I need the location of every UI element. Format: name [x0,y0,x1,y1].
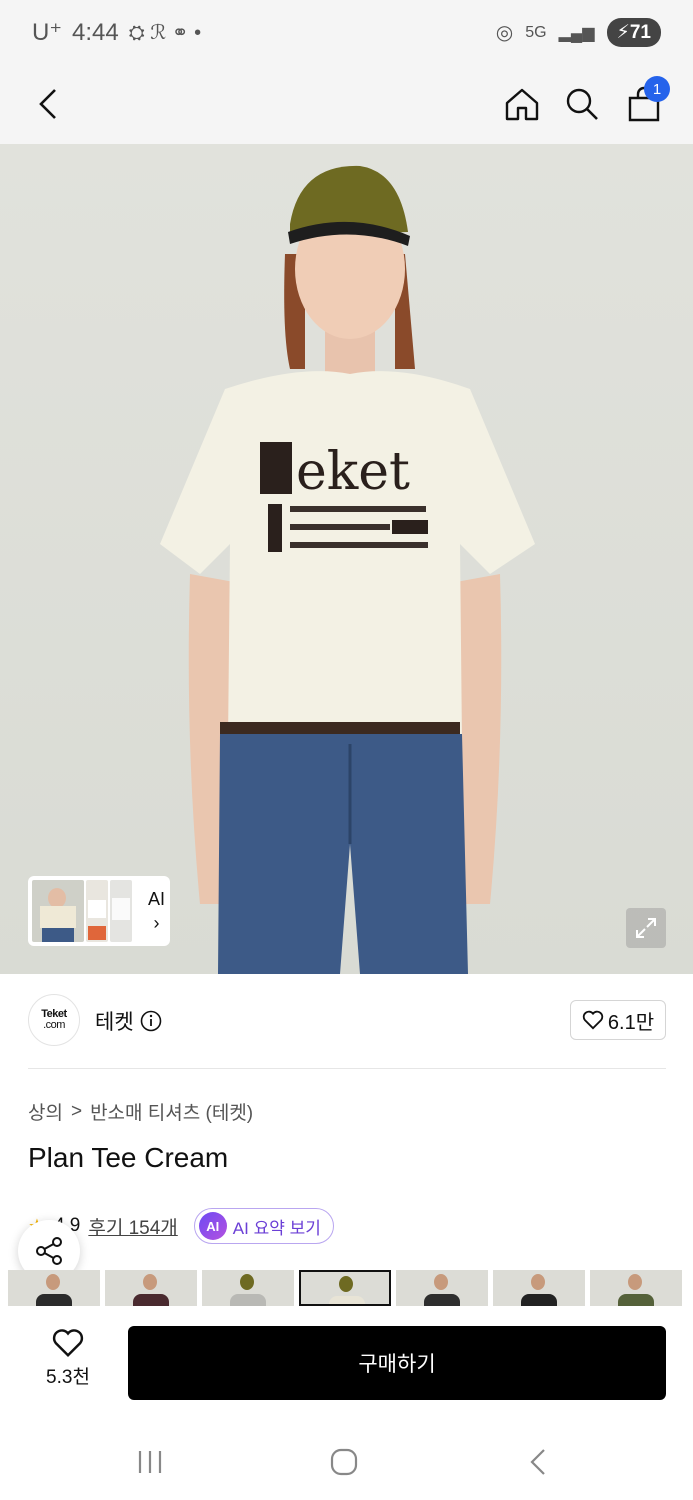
divider [28,1068,666,1069]
color-option[interactable] [590,1270,682,1306]
home-system-button[interactable] [324,1446,364,1478]
home-button[interactable] [498,80,546,128]
expand-icon [636,918,656,938]
color-option[interactable] [396,1270,488,1306]
search-button[interactable] [558,80,606,128]
ai-summary-button[interactable]: AI AI 요약 보기 [193,1208,334,1244]
chevron-left-icon [39,89,56,119]
color-option[interactable] [8,1270,100,1306]
back-arrow-icon [530,1449,545,1475]
breadcrumb-subcategory[interactable]: 반소매 티셔츠 (테켓) [90,1098,253,1125]
brand-logo[interactable]: Teket .com [28,994,80,1046]
notification-icons: ⛭ ℛ ⚭ • [128,22,202,44]
color-option-strip [8,1270,688,1306]
share-icon [36,1237,62,1265]
recent-apps-icon [138,1451,162,1473]
lookbook-thumb [32,880,84,942]
buy-button[interactable]: 구매하기 [128,1326,666,1400]
ai-label: AI [148,889,166,909]
top-nav: 1 [0,66,693,144]
reviews-link[interactable]: 후기 154개 [88,1213,177,1240]
model-photo: eket [160,165,535,974]
chevron-right-icon: › [153,913,160,933]
color-option[interactable] [493,1270,585,1306]
brand-row: Teket .com 테켓 6.1만 [0,974,693,1070]
brand-like-button[interactable]: 6.1만 [570,1000,666,1040]
brand-name: 테켓 [95,1011,134,1034]
status-bar: U⁺ 4:44 ⛭ ℛ ⚭ • ◎ 5G ▂▄▆ ⚡71 [0,0,693,66]
product-image[interactable]: eket AI › [0,144,693,974]
carrier-label: U⁺ [32,19,62,46]
brand-like-count: 6.1만 [607,1011,655,1034]
breadcrumb: 상의 > 반소매 티셔츠 (테켓) [28,1098,253,1125]
ai-lookbook-thumbnails[interactable]: AI › [28,876,170,946]
brand-logo-line2: .com [43,1019,65,1031]
expand-image-button[interactable] [626,908,666,948]
color-option[interactable] [105,1270,197,1306]
ai-badge-icon: AI [198,1212,227,1240]
back-button[interactable] [24,80,72,128]
bottom-action-bar: 5.3천 구매하기 [0,1306,693,1416]
color-option[interactable] [202,1270,294,1306]
system-navigation-bar [0,1416,693,1500]
search-icon [566,88,598,120]
lookbook-thumb [110,880,132,942]
svg-text:eket: eket [296,442,410,502]
ai-lookbook-label: AI › [148,887,165,935]
ai-summary-label: AI 요약 보기 [232,1218,321,1238]
breadcrumb-category[interactable]: 상의 [28,1098,63,1125]
status-right: ◎ 5G ▂▄▆ ⚡71 [496,18,661,47]
home-icon [505,88,539,121]
info-icon[interactable] [140,1010,162,1032]
color-option-selected[interactable] [299,1270,391,1306]
heart-icon [582,1010,604,1030]
battery-level: 71 [629,22,651,43]
cart-button[interactable]: 1 [620,76,670,128]
signal-icon: ▂▄▆ [558,24,595,42]
clock: 4:44 [72,18,119,46]
back-system-button[interactable] [518,1446,558,1478]
wishlist-button[interactable]: 5.3천 [36,1328,100,1389]
heart-icon [52,1329,84,1358]
lookbook-thumb [86,880,108,942]
brand-name-link[interactable]: 테켓 [95,1006,162,1036]
product-title: Plan Tee Cream [28,1142,229,1173]
recent-apps-button[interactable] [130,1446,170,1478]
network-label: 5G [525,23,547,41]
hotspot-icon: ◎ [495,22,514,44]
status-left: U⁺ 4:44 ⛭ ℛ ⚭ • [32,18,201,47]
breadcrumb-separator: > [70,1100,83,1122]
wishlist-count: 5.3천 [46,1367,90,1388]
battery-indicator: ⚡71 [606,18,661,47]
home-circle-icon [330,1448,358,1476]
cart-count-badge: 1 [644,76,670,102]
